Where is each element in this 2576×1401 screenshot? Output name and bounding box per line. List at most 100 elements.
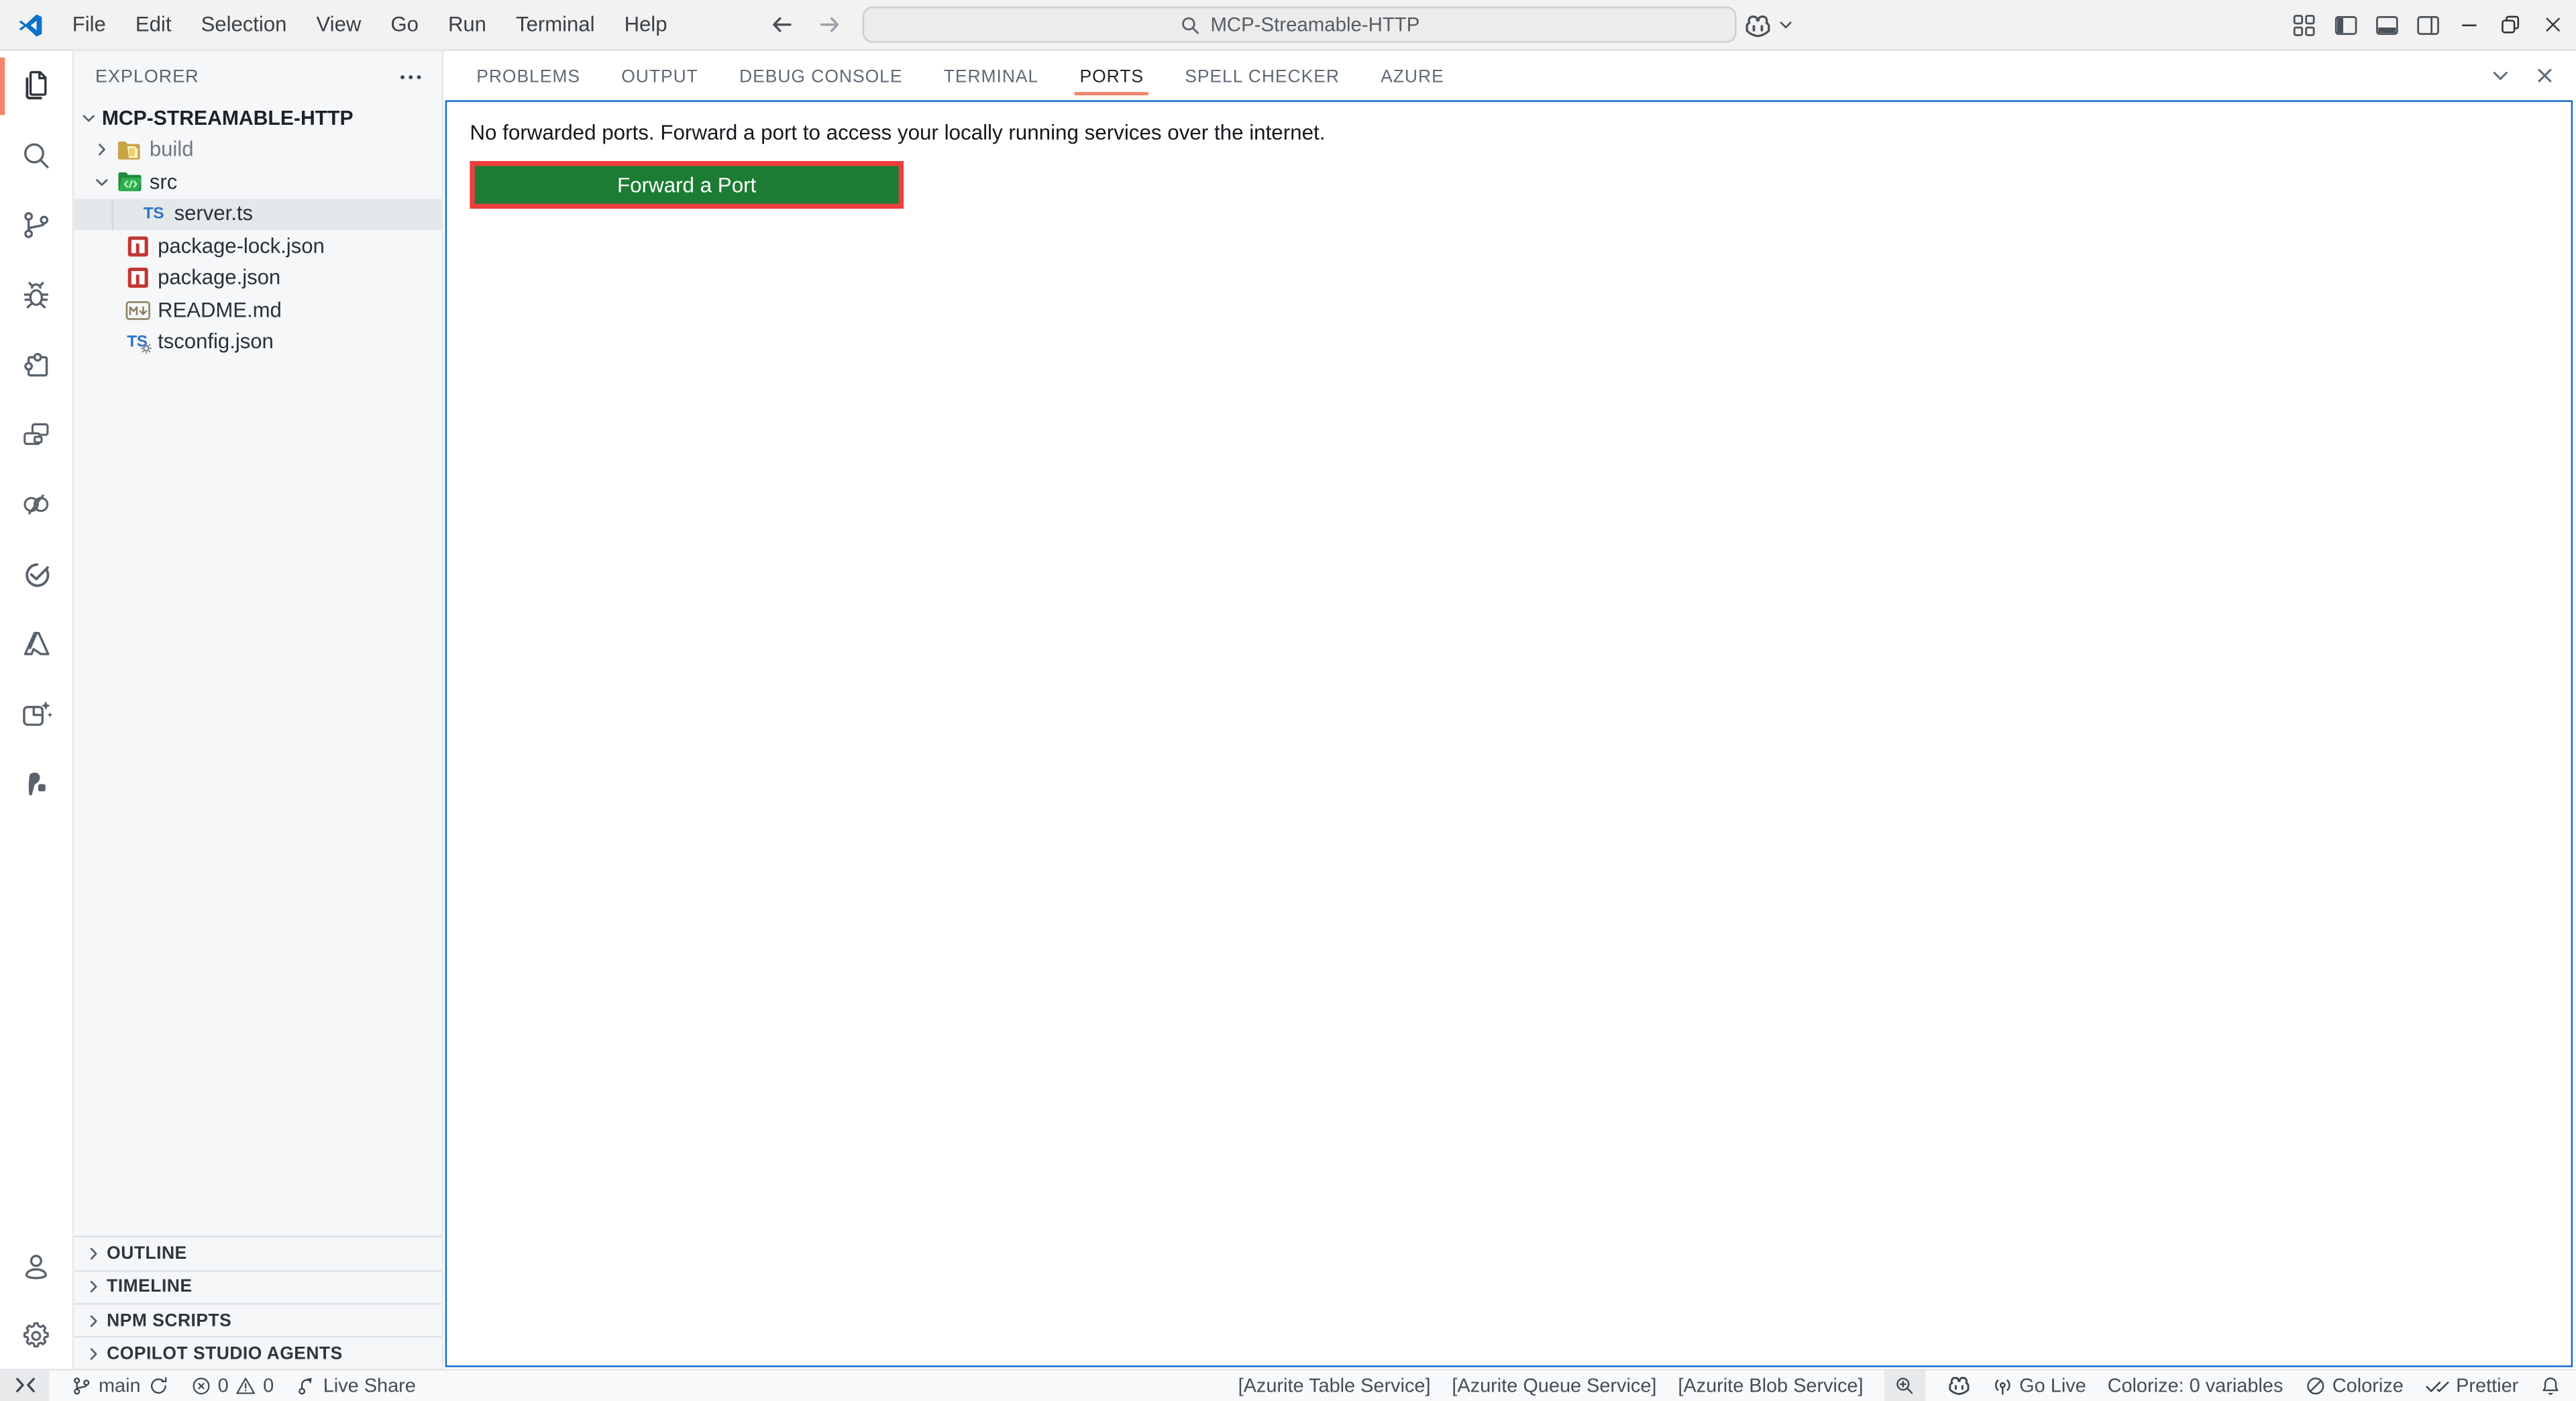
activity-bar-item-copilot-studio[interactable]	[0, 680, 72, 749]
chevron-right-icon	[94, 142, 110, 158]
tree-item-build[interactable]: build	[74, 134, 442, 166]
gear-icon	[18, 1318, 54, 1354]
tree-item-root[interactable]: MCP-STREAMABLE-HTTP	[74, 102, 442, 134]
ellipsis-icon[interactable]	[399, 73, 422, 80]
test-check-icon	[18, 557, 54, 593]
tree-item-package-lock-json[interactable]: package-lock.json	[74, 230, 442, 262]
explorer-sidebar: EXPLORER MCP-STREAMABLE-HTTPbuildsrcTSse…	[74, 51, 443, 1370]
panel-tab-problems[interactable]: PROBLEMS	[472, 59, 585, 95]
search-icon	[18, 138, 54, 174]
extensions-icon	[18, 347, 54, 383]
activity-bar-top	[0, 51, 72, 819]
error-count: 0	[218, 1374, 229, 1397]
tree-item-readme-md[interactable]: README.md	[74, 294, 442, 326]
panel-tab-spell-checker[interactable]: SPELL CHECKER	[1180, 59, 1344, 95]
azurite-blob-service[interactable]: [Azurite Blob Service]	[1678, 1374, 1863, 1397]
history-nav	[769, 0, 843, 49]
colorize-label: Colorize	[2332, 1374, 2404, 1397]
restore-icon[interactable]	[2489, 0, 2530, 49]
close-icon[interactable]	[2530, 0, 2576, 49]
activity-bar-item-search[interactable]	[0, 121, 72, 191]
activity-bar-item-containers[interactable]	[0, 400, 72, 470]
forward-a-port-button[interactable]: Forward a Port	[470, 161, 904, 209]
tree-item-src[interactable]: src	[74, 166, 442, 198]
menu-view[interactable]: View	[301, 0, 376, 49]
colorize-item[interactable]: Colorize	[2304, 1374, 2404, 1397]
sidebar-section-npm-scripts[interactable]: NPM SCRIPTS	[74, 1303, 442, 1337]
panel-tab-terminal[interactable]: TERMINAL	[938, 59, 1043, 95]
chevron-right-icon	[84, 1245, 103, 1261]
tree-item-package-json[interactable]: package.json	[74, 262, 442, 295]
remote-indicator[interactable]	[0, 1370, 49, 1401]
vscode-logo-icon	[16, 11, 44, 39]
status-bar-left: main 0 0 Live Share	[0, 1370, 416, 1401]
minimize-icon[interactable]	[2448, 0, 2489, 49]
toggle-secondary-sidebar-icon[interactable]	[2407, 0, 2448, 49]
panel-tab-ports[interactable]: PORTS	[1075, 59, 1148, 95]
ports-empty-message: No forwarded ports. Forward a port to ac…	[470, 120, 2571, 145]
vscode-window: FileEditSelectionViewGoRunTerminalHelp M…	[0, 0, 2576, 1401]
sidebar-section-label: TIMELINE	[107, 1278, 192, 1297]
menu-help[interactable]: Help	[610, 0, 682, 49]
menu-edit[interactable]: Edit	[121, 0, 186, 49]
sidebar-sections: OUTLINE TIMELINE NPM SCRIPTSCOPILOT STUDIO…	[74, 1236, 442, 1370]
menu-terminal[interactable]: Terminal	[501, 0, 610, 49]
chevron-right-icon	[84, 1312, 103, 1329]
panel-tab-debug-console[interactable]: DEBUG CONSOLE	[735, 59, 908, 95]
tree-item-tsconfig-json[interactable]: TStsconfig.json	[74, 326, 442, 358]
tree-item-server-ts[interactable]: TS server.ts	[74, 198, 442, 230]
back-arrow-icon[interactable]	[769, 11, 795, 38]
command-center-search[interactable]: MCP-Streamable-HTTP	[863, 7, 1737, 43]
branch-icon	[70, 1375, 92, 1396]
notifications-bell[interactable]	[2540, 1375, 2561, 1396]
live-share-item[interactable]: Live Share	[295, 1374, 416, 1397]
chevron-down-icon[interactable]	[2491, 66, 2510, 85]
tree-item-label: server.ts	[174, 203, 253, 225]
window-controls	[2284, 0, 2576, 49]
copilot-status-item[interactable]	[1947, 1376, 1972, 1396]
activity-bar-item-explorer[interactable]	[0, 51, 72, 121]
activity-bar-item-testing[interactable]	[0, 539, 72, 609]
colorize-variables-item[interactable]: Colorize: 0 variables	[2108, 1374, 2284, 1397]
activity-bar-item-accounts[interactable]	[0, 1232, 72, 1301]
customize-layout-icon[interactable]	[2284, 0, 2324, 49]
sidebar-section-timeline[interactable]: TIMELINE	[74, 1269, 442, 1303]
sidebar-section-outline[interactable]: OUTLINE	[74, 1236, 442, 1269]
live-share-icon	[295, 1375, 317, 1396]
activity-bar-item-settings[interactable]	[0, 1301, 72, 1370]
close-icon[interactable]	[2535, 66, 2555, 85]
panel-tab-azure[interactable]: AZURE	[1376, 59, 1449, 95]
copilot-menu-button[interactable]	[1743, 0, 1794, 49]
tree-root-label: MCP-STREAMABLE-HTTP	[102, 107, 354, 129]
tree-item-label: package.json	[158, 266, 280, 289]
problems-item[interactable]: 0 0	[190, 1374, 274, 1397]
activity-bar-item-flag-extension[interactable]	[0, 749, 72, 819]
menu-go[interactable]: Go	[376, 0, 433, 49]
go-live-item[interactable]: Go Live	[1993, 1374, 2086, 1397]
git-branch-item[interactable]: main	[70, 1374, 168, 1397]
activity-bar-item-extensions[interactable]	[0, 330, 72, 400]
npm-icon	[123, 235, 152, 258]
activity-bar-item-run-and-debug[interactable]	[0, 260, 72, 330]
azurite-table-service[interactable]: [Azurite Table Service]	[1238, 1374, 1431, 1397]
ts-icon: TS	[140, 205, 168, 223]
azurite-queue-service[interactable]: [Azurite Queue Service]	[1452, 1374, 1656, 1397]
panel-tab-output[interactable]: OUTPUT	[616, 59, 703, 95]
menu-file[interactable]: File	[58, 0, 121, 49]
sidebar-section-copilot-studio-agents[interactable]: COPILOT STUDIO AGENTS	[74, 1337, 442, 1370]
activity-bar-item-source-control[interactable]	[0, 191, 72, 260]
broadcast-icon	[1993, 1375, 2012, 1396]
forward-arrow-icon[interactable]	[816, 11, 843, 38]
tree-item-label: build	[150, 138, 194, 161]
toggle-primary-sidebar-icon[interactable]	[2324, 0, 2365, 49]
menu-run[interactable]: Run	[433, 0, 501, 49]
zoom-in-item[interactable]	[1884, 1370, 1925, 1401]
prettier-item[interactable]: Prettier	[2425, 1374, 2519, 1397]
containers-icon	[18, 417, 54, 453]
toggle-panel-icon[interactable]	[2366, 0, 2407, 49]
double-check-icon	[2425, 1377, 2450, 1395]
activity-bar-item-power-platform[interactable]	[0, 470, 72, 539]
azure-icon	[18, 627, 54, 663]
menu-selection[interactable]: Selection	[186, 0, 302, 49]
activity-bar-item-azure[interactable]	[0, 610, 72, 680]
